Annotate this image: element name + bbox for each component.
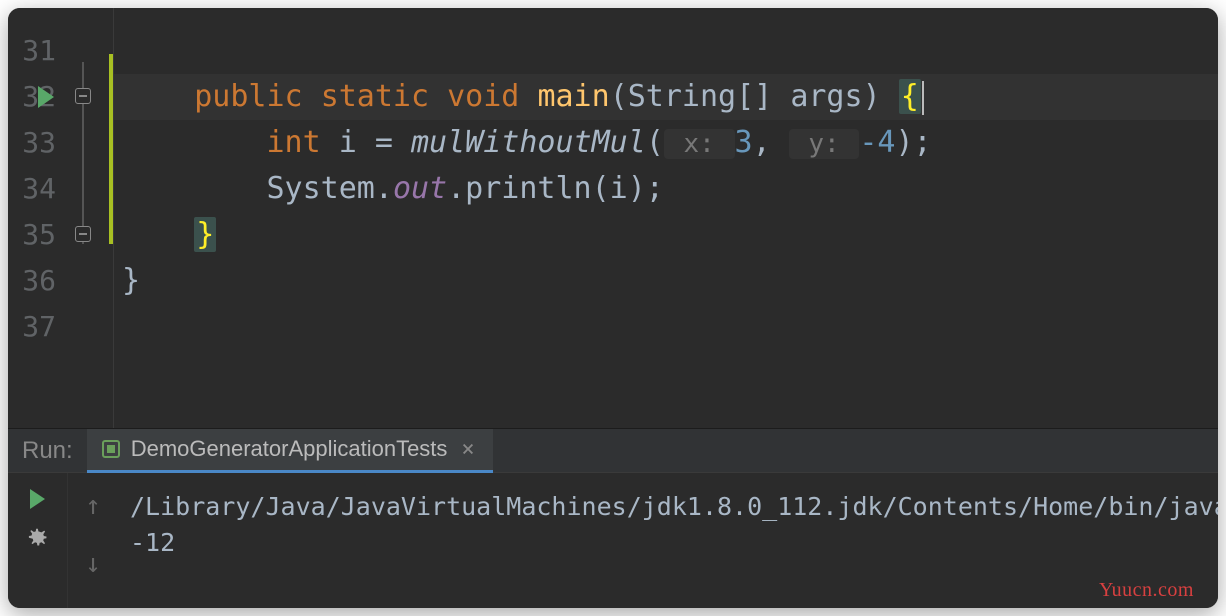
line-number: 34 (8, 166, 64, 212)
text: .println(i); (447, 171, 664, 206)
console-output[interactable]: /Library/Java/JavaVirtualMachines/jdk1.8… (118, 473, 1218, 608)
watermark: Yuucn.com (1099, 579, 1194, 602)
run-toolbar (8, 473, 68, 608)
method-name: main (537, 79, 609, 114)
code-line (114, 28, 1218, 74)
ide-window: 31 32 33 34 35 36 37 pu (8, 8, 1218, 608)
editor-area[interactable]: 31 32 33 34 35 36 37 pu (8, 8, 1218, 428)
text: ( (610, 79, 628, 114)
fold-toggle-icon[interactable] (75, 88, 91, 104)
line-number: 35 (8, 212, 64, 258)
line-number: 37 (8, 304, 64, 350)
caret (922, 81, 924, 115)
code-line: } (114, 212, 1218, 258)
brace-match: } (194, 217, 216, 252)
line-number: 36 (8, 258, 64, 304)
text: ); (895, 125, 931, 160)
run-tool-window: Run: DemoGeneratorApplicationTests × ↑ ↓… (8, 428, 1218, 608)
text: , (753, 125, 789, 160)
run-tab-title: DemoGeneratorApplicationTests (131, 436, 448, 462)
close-icon[interactable]: × (457, 437, 478, 462)
keyword: public (194, 79, 302, 114)
param: args (790, 79, 862, 114)
code-line: int i = mulWithoutMul( x: 3, y: -4); (114, 120, 1218, 166)
class-ref: System. (267, 171, 393, 206)
code-line: System.out.println(i); (114, 166, 1218, 212)
number-literal: 3 (735, 125, 753, 160)
console-line: /Library/Java/JavaVirtualMachines/jdk1.8… (130, 489, 1206, 525)
run-header: Run: DemoGeneratorApplicationTests × (8, 429, 1218, 473)
run-gutter-icon[interactable] (38, 86, 54, 108)
code-line (114, 304, 1218, 350)
method-call: mulWithoutMul (411, 125, 646, 160)
rerun-icon[interactable] (30, 489, 45, 509)
number-literal: -4 (859, 125, 895, 160)
text: ( (646, 125, 664, 160)
keyword: static (321, 79, 429, 114)
text: ) (863, 79, 899, 114)
brace-match: { (899, 79, 921, 114)
text: } (122, 263, 140, 298)
run-config-icon (101, 439, 121, 459)
settings-icon[interactable] (28, 527, 48, 553)
keyword: void (447, 79, 519, 114)
line-number: 31 (8, 28, 64, 74)
text: i = (321, 125, 411, 160)
icon-gutter (64, 8, 114, 428)
console-nav: ↑ ↓ (68, 473, 118, 608)
line-number: 33 (8, 120, 64, 166)
run-panel-label: Run: (8, 437, 87, 465)
type: String[] (628, 79, 791, 114)
console-line: -12 (130, 525, 1206, 561)
code-area[interactable]: public static void main(String[] args) {… (114, 8, 1218, 428)
line-number-gutter: 31 32 33 34 35 36 37 (8, 8, 64, 428)
line-number: 32 (8, 74, 64, 120)
run-body: ↑ ↓ /Library/Java/JavaVirtualMachines/jd… (8, 473, 1218, 608)
arrow-up-icon[interactable]: ↑ (85, 491, 101, 521)
fold-toggle-icon[interactable] (75, 226, 91, 242)
code-line: } (114, 258, 1218, 304)
code-line: public static void main(String[] args) { (114, 74, 1218, 120)
arrow-down-icon[interactable]: ↓ (85, 549, 101, 579)
keyword: int (267, 125, 321, 160)
run-tab[interactable]: DemoGeneratorApplicationTests × (87, 429, 493, 473)
field-ref: out (393, 171, 447, 206)
inlay-hint: x: (664, 129, 735, 159)
inlay-hint: y: (789, 129, 860, 159)
